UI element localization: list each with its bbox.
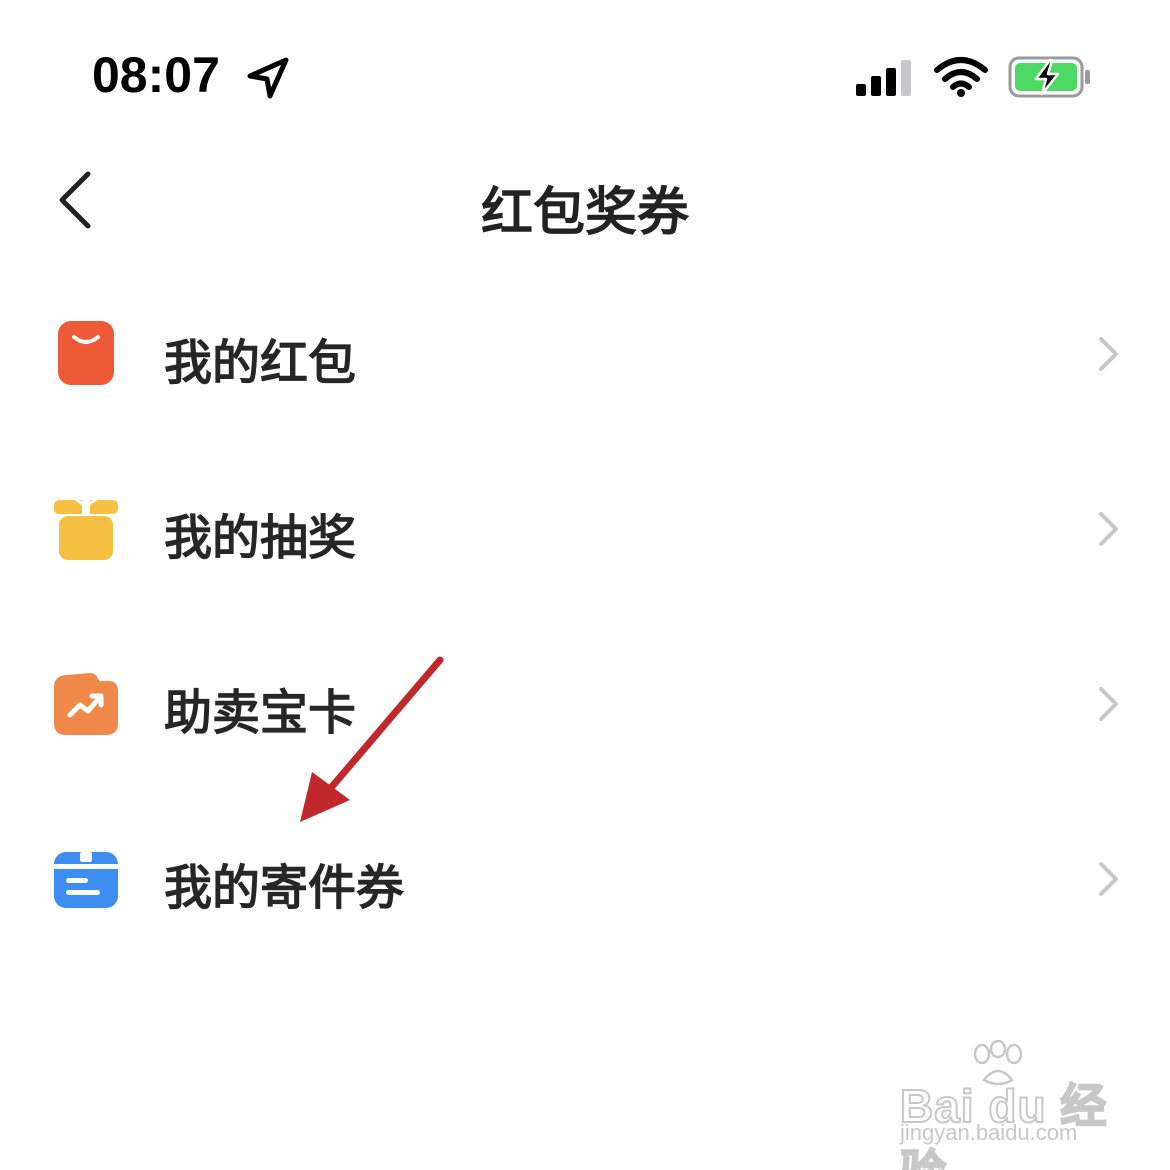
wifi-icon	[934, 57, 988, 97]
chevron-right-icon	[1099, 512, 1118, 546]
watermark-url: jingyan.baidu.com	[900, 1120, 1078, 1145]
menu-item-lottery[interactable]: 我的抽奖	[0, 440, 1170, 615]
menu-item-label: 我的抽奖	[164, 510, 357, 566]
sales-boost-card-icon	[54, 673, 118, 735]
menu-list: 我的红包 我的抽奖 助卖宝卡 我的寄件券	[0, 265, 1170, 965]
cellular-signal-icon	[856, 60, 911, 96]
page-title: 红包奖券	[480, 183, 689, 243]
location-arrow-icon	[247, 57, 289, 99]
status-time: 08:07	[92, 47, 220, 103]
menu-item-sales-boost-card[interactable]: 助卖宝卡	[0, 615, 1170, 790]
menu-item-shipping-coupon[interactable]: 我的寄件券	[0, 790, 1170, 965]
watermark: Bai du 经验 jingyan.baidu.com	[890, 1040, 1130, 1170]
annotation-arrow-icon	[300, 656, 444, 822]
screen: 08:07 红包奖券 我的红包 我的抽奖 助卖宝卡 我的寄件券 Bai du 经…	[0, 0, 1170, 1170]
nav-bar: 红包奖券	[0, 150, 1170, 250]
menu-item-label: 我的红包	[164, 335, 357, 391]
chevron-right-icon	[1099, 337, 1118, 371]
shipping-coupon-icon	[54, 852, 118, 908]
status-bar: 08:07	[0, 0, 1170, 150]
battery-charging-icon	[1008, 56, 1090, 98]
menu-item-red-packet[interactable]: 我的红包	[0, 265, 1170, 440]
chevron-right-icon	[1099, 862, 1118, 896]
gift-box-icon	[54, 496, 118, 560]
red-packet-icon	[58, 321, 114, 385]
menu-item-label: 我的寄件券	[164, 860, 405, 916]
chevron-right-icon	[1099, 687, 1118, 721]
